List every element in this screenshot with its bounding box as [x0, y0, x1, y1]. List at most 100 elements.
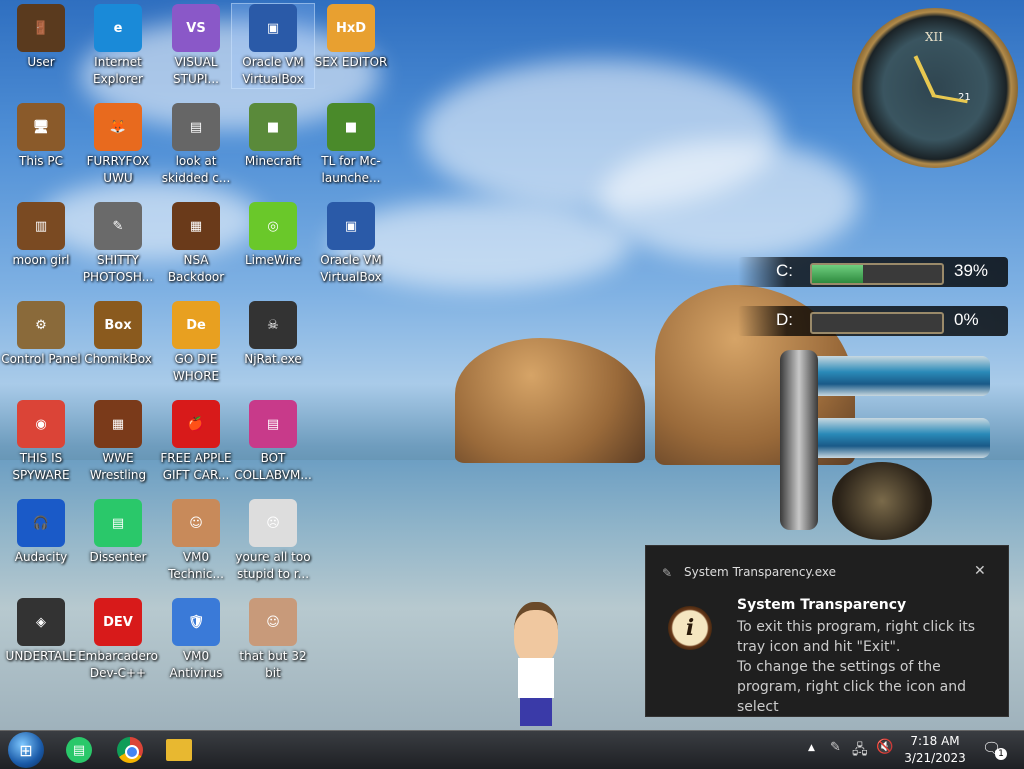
desktop-icon-label: Audacity [14, 550, 68, 564]
taskbar-dissenter-button[interactable]: ▤ [66, 737, 92, 763]
desktop-icon-label: VM0 Antivirus [169, 649, 223, 680]
toast-notification[interactable]: ✎ System Transparency.exe ✕ i System Tra… [645, 545, 1009, 717]
desktop-icon-image: De [172, 301, 220, 349]
desktop-icon-image: ▣ [249, 4, 297, 52]
desktop-icon-image: ▥ [17, 202, 65, 250]
toast-close-button[interactable]: ✕ [974, 563, 986, 579]
desktop-icon-label: UNDERTALE [5, 649, 77, 663]
desktop-icon[interactable]: DEV Embarcadero Dev-C++ [77, 598, 159, 682]
desktop-icon-label: FURRYFOX UWU [86, 154, 150, 185]
desktop-icon[interactable]: De GO DIE WHORE [155, 301, 237, 385]
desktop-icon-label: User [27, 55, 55, 69]
network-icon[interactable]: 🖧 [852, 739, 868, 763]
desktop-icon-image: ◈ [17, 598, 65, 646]
desktop-icon-label: THIS IS SPYWARE [12, 451, 70, 482]
toast-app-icon: ✎ [662, 566, 673, 580]
desktop-icon[interactable]: ▣ Oracle VM VirtualBox [231, 3, 315, 89]
desktop-icon[interactable]: ☹ youre all too stupid to r... [232, 499, 314, 583]
drive-c-bar [810, 263, 944, 285]
desktop-icon-image: HxD [327, 4, 375, 52]
volume-muted-icon[interactable]: 🔇 [876, 739, 893, 755]
desktop-icon[interactable]: ▣ Oracle VM VirtualBox [310, 202, 392, 286]
desktop-icon[interactable]: 🦊 FURRYFOX UWU [77, 103, 159, 187]
desktop-icon-label: SEX EDITOR [314, 55, 388, 69]
desktop-icon[interactable]: ▤ look at skidded c... [155, 103, 237, 187]
clock-gadget[interactable]: XII 21 [852, 8, 1018, 168]
drive-c-fill [812, 265, 863, 283]
desktop-icon[interactable]: VS VISUAL STUPI... [155, 4, 237, 88]
desktop-icon-image: 🖥 [17, 103, 65, 151]
desktop-icon[interactable]: ☠ NjRat.exe [232, 301, 314, 368]
start-button[interactable]: ⊞ [8, 732, 44, 768]
desktop-icon-image: DEV [94, 598, 142, 646]
desktop-icon-image: 🛡 [172, 598, 220, 646]
desktop-icon[interactable]: ▥ moon girl [0, 202, 82, 269]
desktop-icon[interactable]: e Internet Explorer [77, 4, 159, 88]
tray-clock[interactable]: 7:18 AM 3/21/2023 [895, 733, 975, 767]
taskbar-chrome-button[interactable] [117, 737, 143, 763]
desktop-icon-label: WWE Wrestling [89, 451, 147, 482]
taskbar-explorer-button[interactable] [166, 739, 192, 761]
desktop-icon-image: ▤ [249, 400, 297, 448]
desktop-icon[interactable]: ■ TL for Mc-launche... [310, 103, 392, 187]
desktop-icon-label: Oracle VM VirtualBox [242, 55, 304, 86]
desktop-icon-image: ■ [249, 103, 297, 151]
desktop-icon[interactable]: ▤ Dissenter [77, 499, 159, 566]
desktop-icon-image: ☺ [249, 598, 297, 646]
clock-numeral-xii: XII [925, 30, 944, 44]
drive-d-bar [810, 312, 944, 334]
desktop-icon[interactable]: 🖥 This PC [0, 103, 82, 170]
desktop-icon-image: ☠ [249, 301, 297, 349]
desktop-icon[interactable]: 🚪 User [0, 4, 82, 71]
desktop-icon-label: This PC [19, 154, 63, 168]
desktop-icon-image: ■ [327, 103, 375, 151]
notification-count-badge: 1 [995, 748, 1007, 760]
desktop-icon-label: Internet Explorer [93, 55, 143, 86]
desktop-icon[interactable]: 🎧 Audacity [0, 499, 82, 566]
desktop-icon-label: NSA Backdoor [167, 253, 225, 284]
desktop-icon[interactable]: ◈ UNDERTALE [0, 598, 82, 665]
drive-c-meter: C: 39% [738, 257, 1008, 287]
drive-c-letter: C: [776, 261, 793, 280]
desktop-icon[interactable]: ■ Minecraft [232, 103, 314, 170]
tray-time: 7:18 AM [910, 734, 960, 748]
tray-tool-icon[interactable]: ✎ [830, 740, 841, 755]
desktop-icon-label: FREE APPLE GIFT CAR... [160, 451, 232, 482]
desktop-icon[interactable]: ▦ NSA Backdoor [155, 202, 237, 286]
toast-title: System Transparency [737, 597, 907, 613]
desktop-icon-image: ☺ [172, 499, 220, 547]
desktop-icon-label: Oracle VM VirtualBox [320, 253, 382, 284]
desktop-icon-image: ⚙ [17, 301, 65, 349]
desktop-icon-label: LimeWire [244, 253, 302, 267]
toast-body-1: To exit this program, right click its tr… [737, 619, 976, 655]
desktop-icon-label: ChomikBox [84, 352, 152, 366]
desktop-icon[interactable]: ☺ VM0 Technic... [155, 499, 237, 583]
desktop-icon[interactable]: 🍎 FREE APPLE GIFT CAR... [155, 400, 237, 484]
desktop-icon[interactable]: ▤ BOT COLLABVM... [232, 400, 314, 484]
windows-logo-icon: ⊞ [19, 740, 33, 760]
desktop-icon-label: NjRat.exe [244, 352, 302, 366]
desktop-icon[interactable]: ⚙ Control Panel [0, 301, 82, 368]
pipe-gadget [760, 350, 1000, 540]
desktop-icon-image: VS [172, 4, 220, 52]
desktop-icon-label: GO DIE WHORE [172, 352, 220, 383]
tray-expand-icon[interactable]: ▲ [808, 743, 815, 753]
desktop-icon[interactable]: ◎ LimeWire [232, 202, 314, 269]
desktop-icon-label: look at skidded c... [161, 154, 231, 185]
desktop-icon[interactable]: ◉ THIS IS SPYWARE [0, 400, 82, 484]
desktop-icon[interactable]: HxD SEX EDITOR [310, 4, 392, 71]
drive-d-percent: 0% [954, 310, 979, 329]
desktop-icon-image: ▤ [94, 499, 142, 547]
desktop-icon-image: ▤ [172, 103, 220, 151]
desktop-icon[interactable]: Box ChomikBox [77, 301, 159, 368]
desktop-icon-label: Control Panel [1, 352, 81, 366]
desktop-icon[interactable]: ✎ SHITTY PHOTOSH... [77, 202, 159, 286]
action-center-button[interactable]: 🗨 1 [982, 739, 1007, 760]
desktop-icon[interactable]: 🛡 VM0 Antivirus [155, 598, 237, 682]
desktop-icon[interactable]: ☺ that but 32 bit [232, 598, 314, 682]
desktop-icon-label: Embarcadero Dev-C++ [78, 649, 158, 680]
desktop-icon[interactable]: ▦ WWE Wrestling [77, 400, 159, 484]
desktop-icon-label: SHITTY PHOTOSH... [82, 253, 154, 284]
desktop-icon-label: VM0 Technic... [168, 550, 224, 581]
desktop-icon-image: 🦊 [94, 103, 142, 151]
